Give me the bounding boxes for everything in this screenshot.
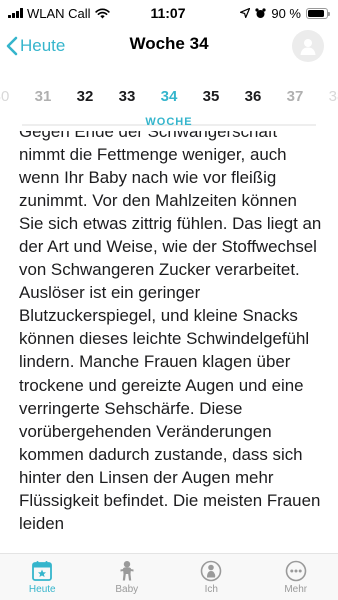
profile-button[interactable] [292, 30, 324, 62]
tab-label: Heute [28, 584, 56, 595]
more-icon [284, 560, 308, 582]
location-arrow-icon [240, 8, 251, 18]
status-left: WLAN Call [8, 6, 128, 21]
baby-icon [115, 560, 139, 582]
week-number-37[interactable]: 37 [287, 88, 304, 105]
alarm-clock-icon [255, 7, 266, 18]
article-scroll-area[interactable]: Gegen Ende der Schwangerschaft nimmt die… [0, 131, 338, 553]
week-label: WOCHE [145, 116, 193, 128]
status-bar: WLAN Call 11:07 90 % [0, 0, 338, 26]
battery-fill [307, 9, 325, 17]
status-time: 11:07 [150, 5, 186, 21]
week-number-33[interactable]: 33 [119, 88, 136, 105]
tab-label: Ich [204, 584, 218, 595]
navigation-bar: Heute Woche 34 [0, 26, 338, 66]
week-number-34[interactable]: 34 [161, 88, 178, 105]
user-silhouette-icon [300, 39, 316, 55]
tab-mehr[interactable]: Mehr [254, 554, 338, 600]
battery-icon [305, 7, 330, 19]
app-screen: WLAN Call 11:07 90 % Heute Woche 34 0 31… [0, 0, 338, 600]
tab-bar: Heute Baby Ich Mehr [0, 553, 338, 600]
back-button[interactable]: Heute [6, 32, 65, 60]
week-number-38[interactable]: 38 [329, 88, 338, 105]
week-number-35[interactable]: 35 [203, 88, 220, 105]
cellular-signal-icon [8, 8, 23, 18]
tab-ich[interactable]: Ich [169, 554, 254, 600]
wifi-icon [94, 7, 110, 18]
week-number-32[interactable]: 32 [77, 88, 94, 105]
week-number-31[interactable]: 31 [35, 88, 52, 105]
battery-percent: 90 % [271, 5, 301, 21]
tab-label: Baby [115, 584, 139, 595]
calendar-star-icon [30, 560, 54, 582]
chevron-left-icon [6, 36, 18, 56]
week-selector: 30 31 32 33 34 35 36 37 38 [0, 84, 338, 112]
tab-heute[interactable]: Heute [0, 554, 85, 600]
tab-baby[interactable]: Baby [85, 554, 170, 600]
tab-label: Mehr [284, 584, 308, 595]
status-right: 90 % [208, 5, 330, 21]
week-number-30[interactable]: 30 [0, 88, 9, 105]
carrier-label: WLAN Call [27, 5, 91, 21]
mother-icon [199, 560, 223, 582]
week-number-36[interactable]: 36 [245, 88, 262, 105]
article-text: Gegen Ende der Schwangerschaft nimmt die… [19, 131, 322, 533]
back-button-label: Heute [20, 36, 66, 55]
